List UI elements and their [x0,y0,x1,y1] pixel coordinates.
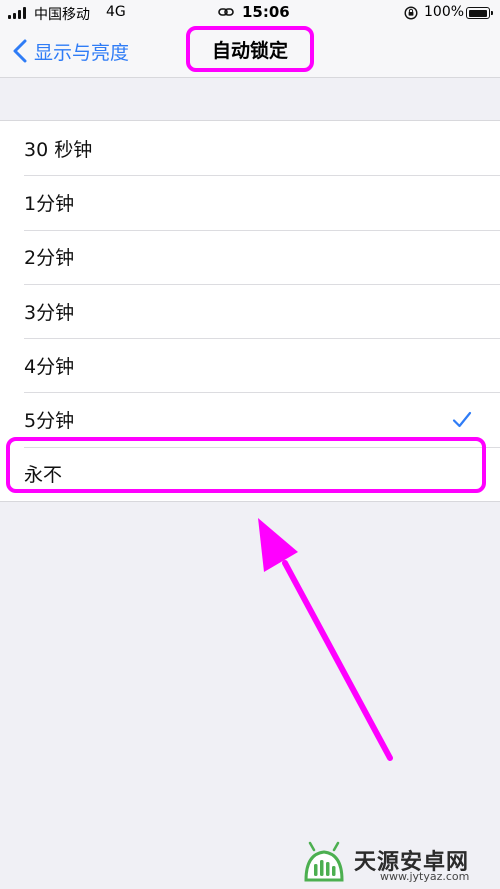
option-never[interactable]: 永不 [0,446,500,501]
signal-strength-icon [8,7,30,19]
auto-lock-options-list: 30 秒钟 1分钟 2分钟 3分钟 4分钟 5分钟 永不 [0,120,500,503]
chevron-left-icon [13,39,27,63]
battery-fill [468,9,487,17]
battery-icon [466,7,493,19]
rotation-lock-icon [404,6,418,20]
option-label: 3分钟 [24,301,75,324]
option-1-minute[interactable]: 1分钟 [0,175,500,229]
option-label: 4分钟 [24,355,75,378]
back-button[interactable]: 显示与亮度 [12,36,129,66]
checkmark-icon [452,411,472,427]
page-title: 自动锁定 [186,26,314,72]
option-label: 5分钟 [24,410,75,433]
option-4-minutes[interactable]: 4分钟 [0,338,500,392]
hotspot-link-icon [218,8,234,16]
option-label: 1分钟 [24,192,75,215]
watermark-url: www.jytyaz.com [380,870,470,883]
option-2-minutes[interactable]: 2分钟 [0,229,500,284]
battery-percentage: 100% [424,4,465,20]
carrier-name: 中国移动 [34,7,90,23]
navigation-bar: 显示与亮度 自动锁定 [0,26,500,78]
android-logo-icon [304,841,344,882]
status-bar: 中国移动 4G 15:06 100% [0,0,500,26]
watermark: 天源安卓网 www.jytyaz.com [300,840,496,886]
option-30-seconds[interactable]: 30 秒钟 [0,121,500,175]
network-type: 4G [106,4,126,20]
option-label: 永不 [24,464,63,487]
option-label: 30 秒钟 [24,138,93,161]
option-label: 2分钟 [24,247,75,270]
clock-time: 15:06 [242,3,290,21]
option-5-minutes[interactable]: 5分钟 [0,392,500,446]
option-3-minutes[interactable]: 3分钟 [0,283,500,338]
back-button-label: 显示与亮度 [34,41,130,64]
